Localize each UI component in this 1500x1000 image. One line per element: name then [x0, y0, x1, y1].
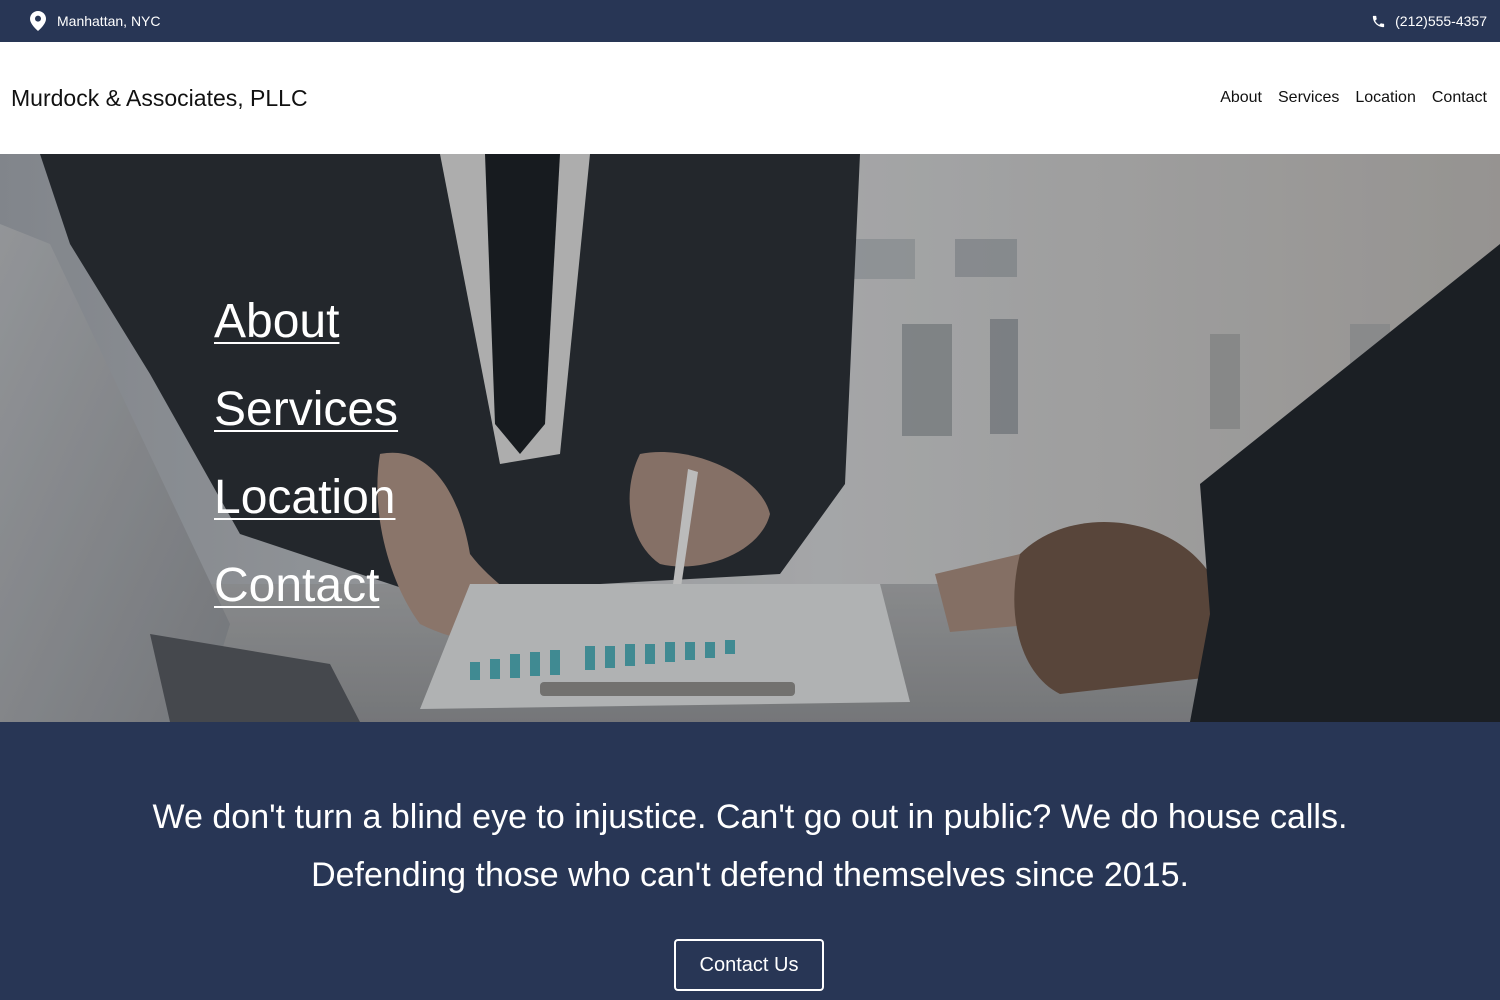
- nav-about[interactable]: About: [1220, 86, 1262, 110]
- tagline-line-2: Defending those who can't defend themsel…: [311, 856, 1189, 894]
- brand-logo-text[interactable]: Murdock & Associates, PLLC: [11, 82, 308, 114]
- map-pin-icon: [30, 11, 46, 31]
- hero-link-list: About Services Location Contact: [214, 278, 398, 630]
- phone-number[interactable]: (212)555-4357: [1395, 13, 1487, 29]
- hero-link-services[interactable]: Services: [214, 366, 398, 454]
- location-info: Manhattan, NYC: [30, 0, 161, 42]
- site-header: Murdock & Associates, PLLC About Service…: [0, 42, 1500, 154]
- nav-location[interactable]: Location: [1355, 86, 1416, 110]
- main-nav: About Services Location Contact: [1220, 86, 1487, 110]
- location-text: Manhattan, NYC: [57, 13, 161, 29]
- hero-section: About Services Location Contact: [0, 154, 1500, 722]
- hero-link-about[interactable]: About: [214, 278, 398, 366]
- phone-info[interactable]: (212)555-4357: [1371, 0, 1487, 42]
- nav-services[interactable]: Services: [1278, 86, 1339, 110]
- top-info-bar: Manhattan, NYC (212)555-4357: [0, 0, 1500, 42]
- hero-link-location[interactable]: Location: [214, 454, 398, 542]
- tagline-text: We don't turn a blind eye to injustice. …: [0, 788, 1500, 904]
- contact-us-button[interactable]: Contact Us: [674, 939, 824, 991]
- tagline-line-1: We don't turn a blind eye to injustice. …: [152, 798, 1348, 836]
- phone-icon: [1371, 14, 1386, 29]
- hero-link-contact[interactable]: Contact: [214, 542, 398, 630]
- nav-contact[interactable]: Contact: [1432, 86, 1487, 110]
- tagline-section: We don't turn a blind eye to injustice. …: [0, 722, 1500, 1000]
